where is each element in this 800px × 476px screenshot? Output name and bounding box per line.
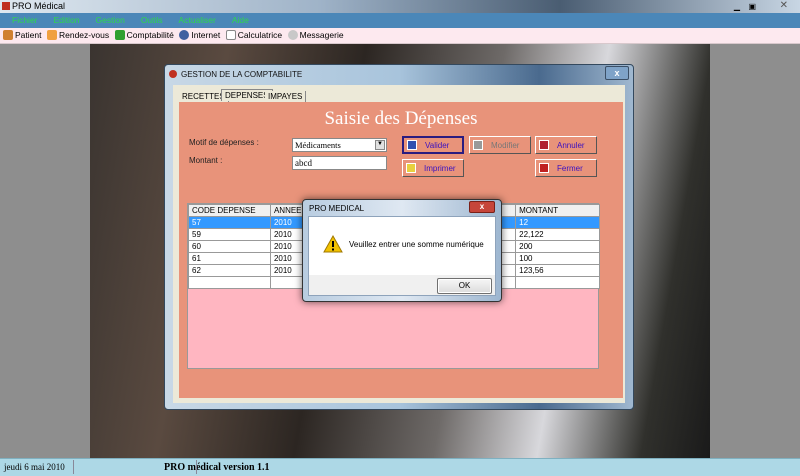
montant-input[interactable]: [292, 156, 387, 170]
valider-button[interactable]: Valider: [402, 136, 464, 154]
toolbar-messagerie[interactable]: Messagerie: [287, 30, 344, 40]
app-title: PRO Médical: [12, 1, 66, 11]
cell-empty[interactable]: [515, 276, 600, 289]
annuler-button[interactable]: Annuler: [535, 136, 597, 154]
motif-value: Médicaments: [295, 140, 341, 150]
button-label: Annuler: [557, 140, 585, 150]
cell-montant[interactable]: 100: [515, 252, 600, 265]
button-label: Imprimer: [424, 163, 456, 173]
dialog-close-button[interactable]: x: [469, 201, 495, 213]
menu-outils[interactable]: Outils: [137, 15, 167, 25]
minimize-icon[interactable]: ▁: [734, 2, 740, 11]
cancel-icon: [539, 140, 549, 150]
menu-edition[interactable]: Edition: [50, 15, 84, 25]
col-code-depense[interactable]: CODE DEPENSE: [188, 204, 271, 217]
modifier-button[interactable]: Modifier: [469, 136, 531, 154]
toolbar-rendez-vous[interactable]: Rendez-vous: [46, 30, 110, 40]
maximize-icon[interactable]: ▣: [748, 2, 756, 11]
status-bar: jeudi 6 mai 2010 PRO médical version 1.1: [0, 458, 800, 476]
toolbar-internet[interactable]: Internet: [179, 30, 220, 40]
cell-empty[interactable]: [188, 276, 271, 289]
toolbar-comptabilite[interactable]: Comptabilité: [114, 30, 174, 40]
dialog-message-area: Veuillez entrer une somme numérique: [309, 217, 495, 275]
toolbar-label: Rendez-vous: [58, 30, 110, 40]
menu-gestion[interactable]: Gestion: [92, 15, 129, 25]
globe-icon: [179, 30, 190, 40]
toolbar-label: Internet: [191, 30, 221, 40]
toolbar-label: Calculatrice: [237, 30, 283, 40]
cell-montant[interactable]: 200: [515, 240, 600, 253]
toolbar: Patient Rendez-vous Comptabilité Interne…: [0, 28, 800, 44]
menu-bar: Fichier Edition Gestion Outils Actualiser Aid…: [0, 13, 800, 28]
imprimer-button[interactable]: Imprimer: [402, 159, 464, 177]
page-heading: Saisie des Dépenses: [324, 108, 478, 129]
dialog-title: PRO MEDICAL: [309, 204, 365, 213]
close-icon[interactable]: ✕: [780, 0, 788, 11]
cell-montant[interactable]: 123,56: [515, 264, 600, 277]
montant-label: Montant :: [189, 156, 223, 165]
cell-code[interactable]: 61: [188, 252, 271, 265]
app-title-bar: PRO Médical ▁ ▣ ✕: [0, 0, 800, 13]
patient-icon: [3, 30, 13, 40]
calendar-icon: [46, 30, 57, 40]
cell-montant[interactable]: 22,122: [515, 228, 600, 241]
accounting-icon: [114, 30, 125, 40]
motif-label: Motif de dépenses :: [189, 138, 259, 147]
chevron-down-icon[interactable]: ▼: [375, 140, 385, 150]
check-icon: [407, 140, 417, 150]
button-label: Valider: [425, 140, 450, 150]
ok-button[interactable]: OK: [437, 278, 492, 294]
cell-code[interactable]: 59: [188, 228, 271, 241]
cell-code[interactable]: 57: [188, 216, 271, 229]
toolbar-label: Patient: [15, 30, 42, 40]
calculator-icon: [225, 30, 236, 40]
window-title: GESTION DE LA COMPTABILITE: [181, 70, 303, 79]
status-date: jeudi 6 mai 2010: [4, 462, 65, 472]
app-icon: [2, 2, 10, 10]
button-label: Fermer: [557, 163, 583, 173]
mail-icon: [287, 30, 298, 40]
error-dialog: PRO MEDICAL x Veuillez entrer une somme …: [302, 199, 502, 302]
toolbar-calculatrice[interactable]: Calculatrice: [225, 30, 283, 40]
menu-fichier[interactable]: Fichier: [8, 15, 42, 25]
menu-actualiser[interactable]: Actualiser: [175, 15, 220, 25]
print-icon: [406, 163, 416, 173]
motif-select[interactable]: Médicaments ▼: [292, 138, 387, 152]
cell-code[interactable]: 60: [188, 240, 271, 253]
col-montant[interactable]: MONTANT: [515, 204, 600, 217]
button-label: Modifier: [491, 140, 520, 150]
tab-impayes[interactable]: IMPAYES: [265, 91, 307, 102]
toolbar-label: Comptabilité: [126, 30, 174, 40]
status-version: PRO médical version 1.1: [164, 462, 270, 473]
cell-montant[interactable]: 12: [515, 216, 600, 229]
close-icon: [539, 163, 549, 173]
toolbar-patient[interactable]: Patient: [3, 30, 41, 40]
toolbar-label: Messagerie: [299, 30, 344, 40]
warning-icon: [323, 235, 343, 253]
fermer-button[interactable]: Fermer: [535, 159, 597, 177]
status-divider: [73, 460, 74, 474]
cell-code[interactable]: 62: [188, 264, 271, 277]
dialog-message: Veuillez entrer une somme numérique: [349, 240, 484, 249]
status-divider: [196, 460, 197, 474]
window-icon: [169, 70, 177, 78]
menu-aide[interactable]: Aide: [228, 15, 253, 25]
edit-icon: [473, 140, 483, 150]
dialog-body: Veuillez entrer une somme numérique OK: [308, 216, 496, 296]
window-close-button[interactable]: x: [605, 66, 629, 80]
